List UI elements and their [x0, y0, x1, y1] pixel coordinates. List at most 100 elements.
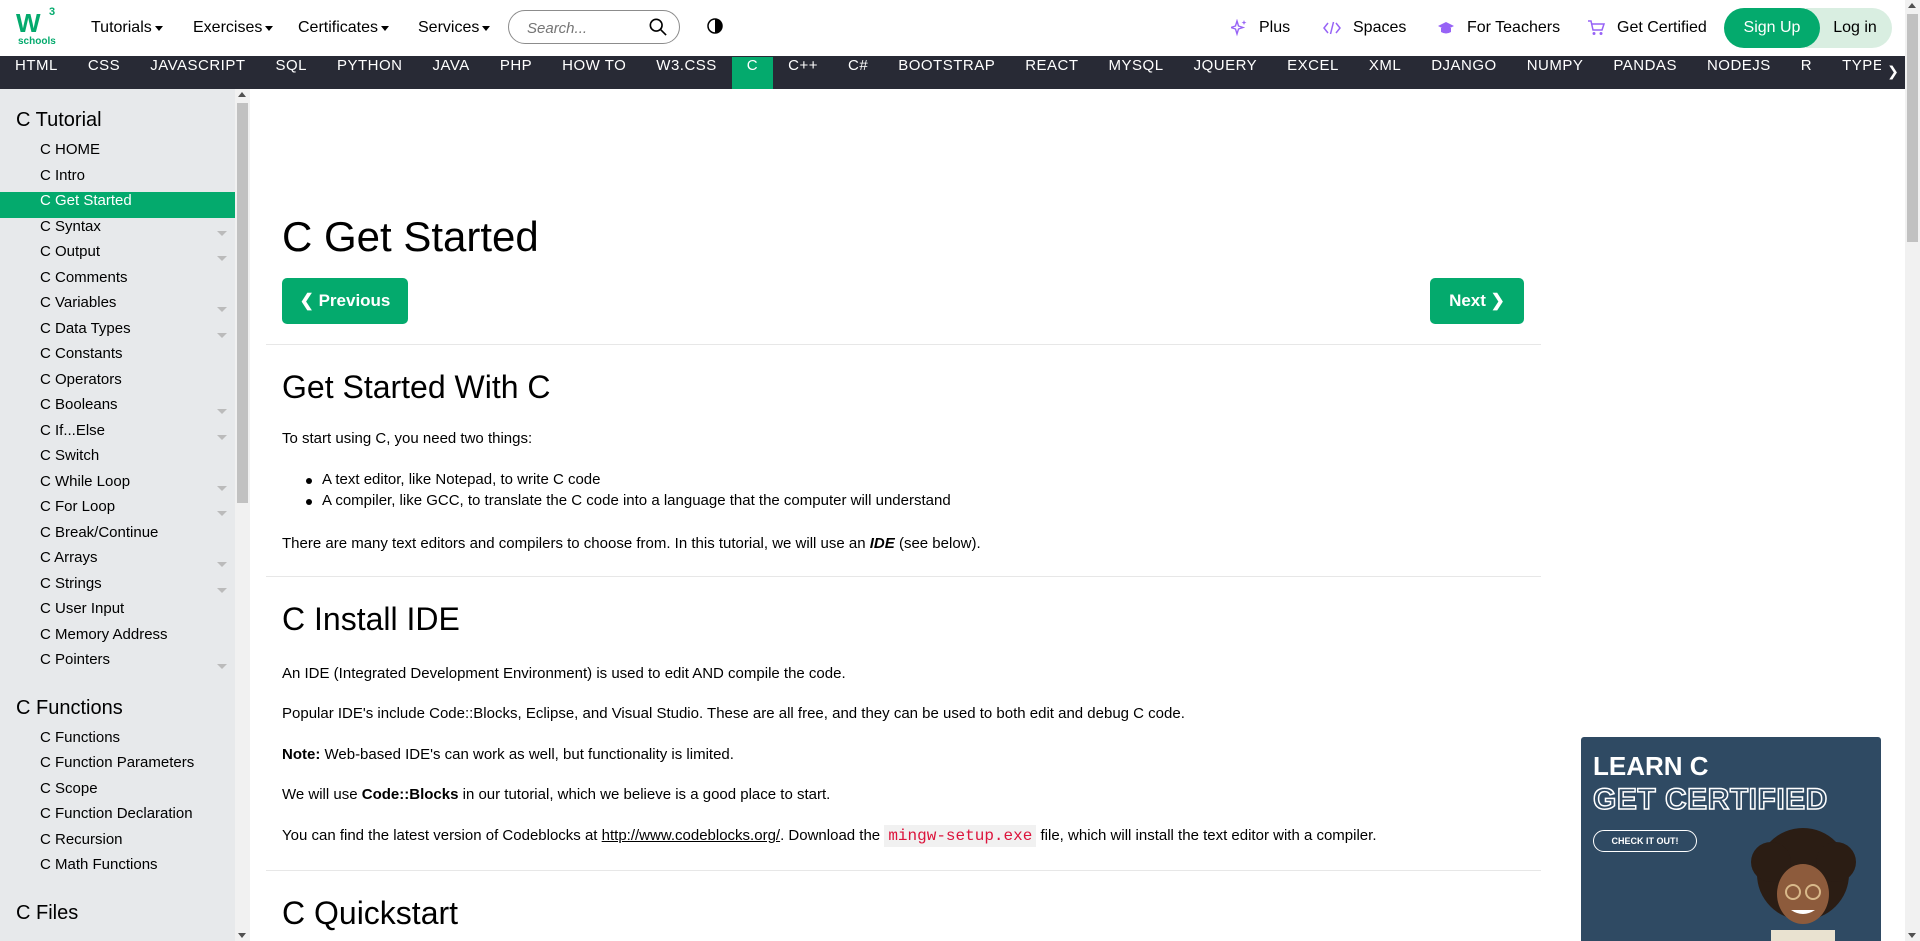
scroll-down-icon[interactable] — [1908, 933, 1916, 938]
subnav-java[interactable]: JAVA — [418, 57, 485, 89]
subnav-howto[interactable]: HOW TO — [547, 57, 641, 89]
sidebar-item-c-output[interactable]: C Output — [0, 243, 235, 269]
scroll-up-icon[interactable] — [238, 92, 246, 97]
search-icon[interactable] — [649, 18, 667, 36]
sidebar-item-c-home[interactable]: C HOME — [0, 141, 235, 167]
sidebar-item-c-recursion[interactable]: C Recursion — [0, 831, 235, 857]
sidebar-item-c-get-started[interactable]: C Get Started — [0, 192, 235, 218]
expand-triangle-icon[interactable] — [217, 332, 227, 338]
sidebar-item-label: C Switch — [40, 447, 100, 464]
get-certified-link[interactable]: Get Certified — [1587, 0, 1707, 56]
previous-button[interactable]: ❮ Previous — [282, 278, 408, 324]
expand-triangle-icon[interactable] — [217, 664, 227, 669]
expand-triangle-icon[interactable] — [217, 562, 227, 567]
subnav-react[interactable]: REACT — [1010, 57, 1093, 89]
subnav-numpy[interactable]: NUMPY — [1512, 57, 1599, 89]
sidebar-item-c-function-declaration[interactable]: C Function Declaration — [0, 805, 235, 831]
sidebar-item-c-variables[interactable]: C Variables — [0, 294, 235, 320]
subnav-html[interactable]: HTML — [0, 57, 73, 89]
section-heading-get-started: Get Started With C — [282, 369, 551, 405]
expand-triangle-icon[interactable] — [217, 485, 227, 491]
subnav-jquery[interactable]: JQUERY — [1179, 57, 1273, 89]
sidebar-item-c-intro[interactable]: C Intro — [0, 167, 235, 193]
menu-exercises[interactable]: Exercises — [193, 0, 274, 56]
check-it-out-button[interactable]: CHECK IT OUT! — [1593, 830, 1697, 852]
page-scrollbar[interactable] — [1905, 0, 1920, 941]
sidebar-item-c-syntax[interactable]: C Syntax — [0, 218, 235, 244]
subnav-csharp[interactable]: C# — [833, 57, 883, 89]
sidebar-item-label: C While Loop — [40, 472, 131, 490]
sidebar-item-c-arrays[interactable]: C Arrays — [0, 549, 235, 575]
scrollbar-thumb[interactable] — [1907, 14, 1918, 242]
plus-link[interactable]: Plus — [1231, 0, 1290, 56]
sidebar-item-label: C Syntax — [40, 217, 101, 235]
subnav-django[interactable]: DJANGO — [1416, 57, 1512, 89]
menu-tutorials[interactable]: Tutorials — [91, 0, 163, 56]
sidebar-item-c-math-functions[interactable]: C Math Functions — [0, 856, 235, 882]
scroll-up-icon[interactable] — [1908, 3, 1916, 8]
subnav-w3css[interactable]: W3.CSS — [641, 57, 732, 89]
search-input[interactable] — [525, 17, 649, 39]
sidebar-item-c-for-loop[interactable]: C For Loop — [0, 498, 235, 524]
expand-triangle-icon[interactable] — [217, 409, 227, 414]
sidebar-item-label: C Memory Address — [40, 625, 168, 643]
menu-services[interactable]: Services — [418, 0, 491, 56]
spaces-link[interactable]: Spaces — [1323, 0, 1406, 56]
sidebar-item-label: C Functions — [40, 728, 121, 746]
expand-triangle-icon[interactable] — [217, 587, 227, 593]
sidebar-item-c-functions[interactable]: C Functions — [0, 729, 235, 755]
expand-triangle-icon[interactable] — [217, 230, 227, 236]
subnav-excel[interactable]: EXCEL — [1272, 57, 1354, 89]
subnav-pandas[interactable]: PANDAS — [1598, 57, 1692, 89]
scrollbar-thumb[interactable] — [237, 103, 248, 503]
subnav-cpp[interactable]: C++ — [773, 57, 833, 89]
subnav-r[interactable]: R — [1786, 57, 1827, 89]
signup-button[interactable]: Sign Up — [1724, 8, 1820, 48]
sidebar-item-c-data-types[interactable]: C Data Types — [0, 320, 235, 346]
subnav-c[interactable]: C — [731, 57, 774, 89]
subnav-sql[interactable]: SQL — [260, 57, 322, 89]
sidebar-item-c-strings[interactable]: C Strings — [0, 575, 235, 601]
subnav-css[interactable]: CSS — [73, 57, 135, 89]
caret-down-icon — [482, 25, 491, 31]
subnav-mysql[interactable]: MYSQL — [1094, 57, 1179, 89]
codeblocks-paragraph: We will use Code::Blocks in our tutorial… — [282, 785, 830, 805]
dark-mode-toggle-icon[interactable] — [707, 18, 723, 34]
sidebar-item-c-booleans[interactable]: C Booleans — [0, 396, 235, 422]
subnav-php[interactable]: PHP — [485, 57, 547, 89]
sidebar-item-c-operators[interactable]: C Operators — [0, 371, 235, 397]
subnav-bootstrap[interactable]: BOOTSTRAP — [883, 57, 1010, 89]
sidebar-item-c-while-loop[interactable]: C While Loop — [0, 473, 235, 499]
expand-triangle-icon[interactable] — [217, 307, 227, 312]
sidebar-scrollbar[interactable] — [235, 89, 250, 941]
divider — [266, 576, 1541, 577]
learn-c-ad-banner[interactable]: LEARN C GET CERTIFIED CHECK IT OUT! — [1581, 737, 1881, 941]
w3schools-logo[interactable]: W 3 schools — [16, 6, 60, 48]
expand-triangle-icon[interactable] — [217, 434, 227, 440]
sidebar-item-c-if-else[interactable]: C If...Else — [0, 422, 235, 448]
sparkle-icon — [1231, 19, 1247, 37]
expand-triangle-icon[interactable] — [217, 256, 227, 261]
plus-label: Plus — [1259, 19, 1291, 36]
sidebar-item-c-constants[interactable]: C Constants — [0, 345, 235, 371]
codeblocks-link[interactable]: http://www.codeblocks.org/ — [602, 827, 780, 844]
sidebar-item-c-memory-address[interactable]: C Memory Address — [0, 626, 235, 652]
sidebar-item-c-comments[interactable]: C Comments — [0, 269, 235, 295]
sidebar-item-c-break-continue[interactable]: C Break/Continue — [0, 524, 235, 550]
subnav-nodejs[interactable]: NODEJS — [1692, 57, 1786, 89]
sidebar-item-c-scope[interactable]: C Scope — [0, 780, 235, 806]
subnav-python[interactable]: PYTHON — [322, 57, 418, 89]
chevron-right-icon[interactable]: ❯ — [1881, 56, 1905, 89]
sidebar-item-label: C Get Started — [40, 192, 132, 209]
expand-triangle-icon[interactable] — [217, 511, 227, 516]
scroll-down-icon[interactable] — [238, 933, 246, 938]
for-teachers-link[interactable]: For Teachers — [1437, 0, 1560, 56]
sidebar-item-c-switch[interactable]: C Switch — [0, 447, 235, 473]
sidebar-item-c-user-input[interactable]: C User Input — [0, 600, 235, 626]
menu-certificates[interactable]: Certificates — [298, 0, 390, 56]
subnav-xml[interactable]: XML — [1354, 57, 1416, 89]
subnav-javascript[interactable]: JAVASCRIPT — [135, 57, 260, 89]
next-button[interactable]: Next ❯ — [1430, 278, 1524, 324]
sidebar-item-c-pointers[interactable]: C Pointers — [0, 651, 235, 677]
sidebar-item-c-function-parameters[interactable]: C Function Parameters — [0, 754, 235, 780]
